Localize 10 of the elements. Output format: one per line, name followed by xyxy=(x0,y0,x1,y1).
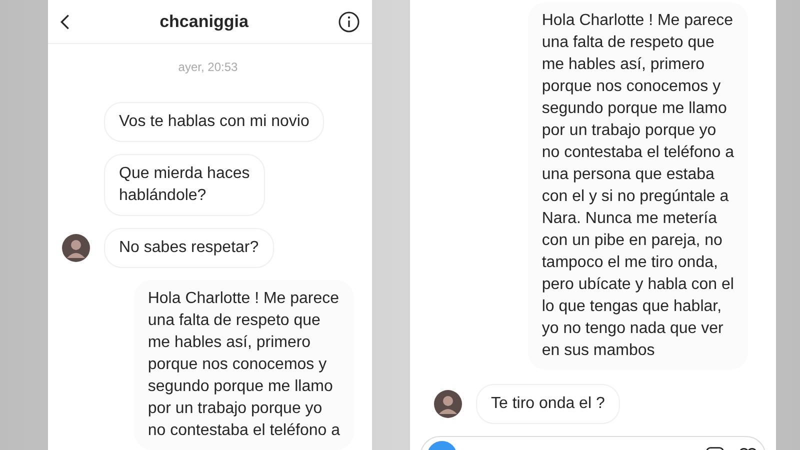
received-message: Te tiro onda el ? xyxy=(476,384,620,424)
message-timestamp: ayer, 20:53 xyxy=(178,59,238,76)
received-message: Vos te hablas con mi novio xyxy=(104,102,324,142)
chat-title: chcaniggia xyxy=(160,10,248,33)
sent-message: Hola Charlotte ! Me parece una falta de respeto que me hables así, primero porque nos conocemos y segundo porque me llamo por un trabajo porque yo no contestaba el teléfono a xyxy=(134,280,354,450)
back-icon[interactable] xyxy=(60,12,70,30)
sent-message: Hola Charlotte ! Me parece una falta de respeto que me hables así, primero porque nos conocemos y segundo porque me llamo por un trabajo porque yo no contestaba el teléfono a una persona que estaba con el y si no pregúntale a Nara. Nunca me metería con un pibe en pareja, no tampoco el me tiro onda, pero ubícate y habla con el lo que tengas que hablar, yo no tengo nada que ver en sus mambos xyxy=(528,2,748,370)
received-message: No sabes respetar? xyxy=(104,228,274,268)
info-icon[interactable] xyxy=(338,10,360,32)
received-message: Que mierda haces hablándole? xyxy=(104,154,265,216)
